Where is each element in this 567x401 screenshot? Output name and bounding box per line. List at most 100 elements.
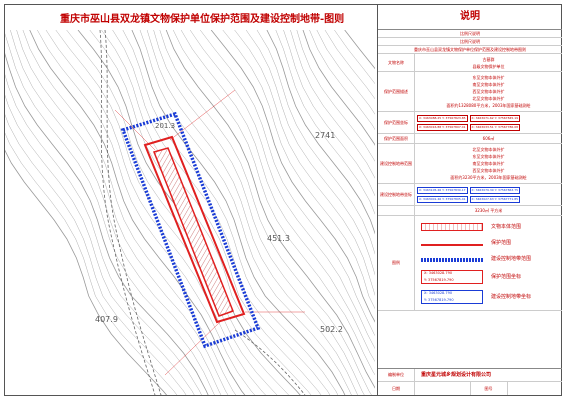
contour-line: [234, 30, 375, 296]
coordinate-box: X: 3463027.63 Y: 37567771.85: [469, 195, 521, 203]
elevation-label: 2741: [315, 131, 335, 140]
elevation-label: 407.9: [95, 315, 118, 324]
row-label: 保护范围描述: [378, 72, 415, 111]
row-line: 东至文物本体外扩: [472, 154, 505, 159]
heritage-body: [152, 147, 234, 317]
page-label: 图号: [469, 382, 508, 395]
row-line: 北至文物本体外扩: [472, 96, 505, 101]
contour-line: [222, 30, 375, 309]
contour-line: [77, 30, 301, 395]
leader-line: [169, 89, 236, 141]
legend-symbol: [421, 223, 483, 231]
row-line: 南至文物本体外扩: [472, 161, 505, 166]
legend-item-buffer-coord: X: 3463028.790 Y: 37567819.790 建设控制地带坐标: [421, 287, 531, 307]
contour-line: [112, 30, 331, 395]
date-row: 日期 图号: [378, 382, 562, 395]
legend-symbol: [421, 258, 483, 262]
contour-line: [5, 132, 178, 395]
topographic-map: 2741 451.3 502.2 407.9 201.3: [5, 30, 375, 395]
row-line: 面积约1328080平方米，2003年国家基础测绘: [446, 103, 531, 108]
coord-x: X: 3463028.790: [424, 271, 453, 275]
info-row-buffer-desc: 建设控制地带范围 北至文物本体外扩 东至文物本体外扩 南至文物本体外扩 西至文物…: [378, 144, 562, 184]
row-label: 保护范围坐标: [378, 112, 415, 133]
info-row-protection-area: 保护范围面积 606㎡: [378, 134, 562, 144]
row-line: 606㎡: [482, 136, 495, 141]
page-title: 重庆市巫山县双龙镇文物保护单位保护范围及建设控制地带-图则: [60, 14, 345, 25]
info-row-buffer-coords: 建设控制地带坐标 X: 3463105.46 Y: 37567830.17 X:…: [378, 184, 562, 206]
legend-section: 图例 文物本体范围 保护范围 建设控制地带范围 X: 3463028.790 Y…: [378, 216, 562, 311]
legend-text: 建设控制地带范围: [491, 255, 532, 262]
org-name: 重庆星元城乡规划设计有限公司: [421, 371, 492, 378]
coord-y: Y: 37567819.790: [424, 298, 454, 302]
coordinate-box: X: 3463105.46 Y: 37567830.17: [417, 186, 468, 194]
legend-item-protection: 保护范围: [421, 235, 511, 251]
coordinate-box: X: 3463071.62 Y: 37567845.19: [469, 114, 521, 122]
legend-label: 图例: [378, 216, 415, 310]
contour-line: [283, 30, 375, 197]
coordinate-box: X: 3463088.25 Y: 37567823.85: [417, 114, 468, 122]
info-row-name: 文物名称 古墓群 县级文物保护单位: [378, 54, 562, 72]
legend-text: 建设控制地带坐标: [491, 293, 532, 300]
note-text: 重庆市巫山县双龙镇文物保护单位保护范围及建设控制地带图则: [414, 47, 526, 52]
org-label: 编制单位: [378, 369, 415, 381]
contour-line: [29, 30, 246, 395]
coordinate-box: X: 3463079.30 Y: 37567863.75: [469, 186, 521, 194]
contour-line: [10, 30, 222, 395]
contour-line: [200, 30, 375, 336]
contour-line: [22, 30, 237, 395]
row-line: 西至文物本体外扩: [472, 89, 505, 94]
row-line: 县级文物保护单位: [472, 63, 505, 69]
contour-line: [324, 30, 375, 100]
legend-panel: 说明 比例尺说明 比例尺说明 重庆市巫山县双龙镇文物保护单位保护范围及建设控制地…: [377, 5, 562, 395]
row-line: 北至文物本体外扩: [472, 147, 505, 152]
legend-item-body: 文物本体范围: [421, 219, 521, 235]
legend-symbol: X: 3463028.790 Y: 37567819.790: [421, 270, 483, 284]
contour-line: [180, 30, 375, 362]
row-label: 建设控制地带坐标: [378, 184, 415, 205]
contour-line: [165, 30, 375, 389]
row-label: 文物名称: [378, 54, 415, 71]
row-line: 南至文物本体外扩: [472, 82, 505, 87]
panel-heading: 说明: [378, 5, 562, 30]
legend-item-protection-coord: X: 3463028.790 Y: 37567819.790 保护范围坐标: [421, 267, 521, 287]
elevation-label: 502.2: [320, 325, 343, 334]
org-row: 编制单位 重庆星元城乡规划设计有限公司: [378, 369, 562, 382]
info-row-buffer-area: 3230㎡ 平方米: [378, 206, 562, 216]
row-label: 建设控制地带范围: [378, 144, 415, 183]
note-text: 比例尺说明: [460, 31, 480, 36]
legend-symbol: X: 3463028.790 Y: 37567819.790: [421, 290, 483, 304]
legend-text: 文物本体范围: [491, 223, 522, 230]
row-line: 古墓群: [482, 56, 495, 62]
note-row: 比例尺说明: [378, 30, 562, 38]
contour-line: [55, 30, 278, 395]
elevation-label: 451.3: [267, 234, 290, 243]
contour-line: [344, 30, 375, 70]
row-line: 西至文物本体外扩: [472, 168, 505, 173]
page-value: [508, 382, 563, 395]
note-text: 比例尺说明: [460, 39, 480, 44]
date-value: [415, 382, 470, 395]
row-label: 保护范围面积: [378, 134, 415, 143]
road-line: [99, 30, 156, 395]
elevation-label: 201.3: [155, 122, 175, 130]
info-row-protection-desc: 保护范围描述 东至文物本体外扩 南至文物本体外扩 西至文物本体外扩 北至文物本体…: [378, 72, 562, 112]
row-line: 面积约3230平方米，2003年国家基础测绘: [450, 175, 527, 180]
contour-line: [210, 30, 375, 323]
contour-line: [256, 30, 375, 255]
info-row-protection-coords: 保护范围坐标 X: 3463088.25 Y: 37567823.85 X: 3…: [378, 112, 562, 134]
legend-text: 保护范围: [491, 239, 512, 246]
note-row: 重庆市巫山县双龙镇文物保护单位保护范围及建设控制地带图则: [378, 46, 562, 54]
coordinate-box: X: 3463033.51 Y: 37567786.08: [469, 123, 521, 131]
legend-item-buffer: 建设控制地带范围: [421, 251, 531, 267]
contour-line: [334, 30, 375, 84]
contour-line: [5, 114, 187, 395]
legend-text: 保护范围坐标: [491, 273, 522, 280]
date-label: 日期: [378, 382, 415, 395]
contour-line: [309, 30, 375, 130]
legend-symbol: [421, 243, 483, 246]
coord-y: Y: 37567819.790: [424, 278, 454, 282]
row-label: [378, 206, 415, 215]
note-row: 比例尺说明: [378, 38, 562, 46]
coord-x: X: 3463028.790: [424, 291, 453, 295]
coordinate-box: X: 3463001.46 Y: 37567805.41: [417, 195, 468, 203]
